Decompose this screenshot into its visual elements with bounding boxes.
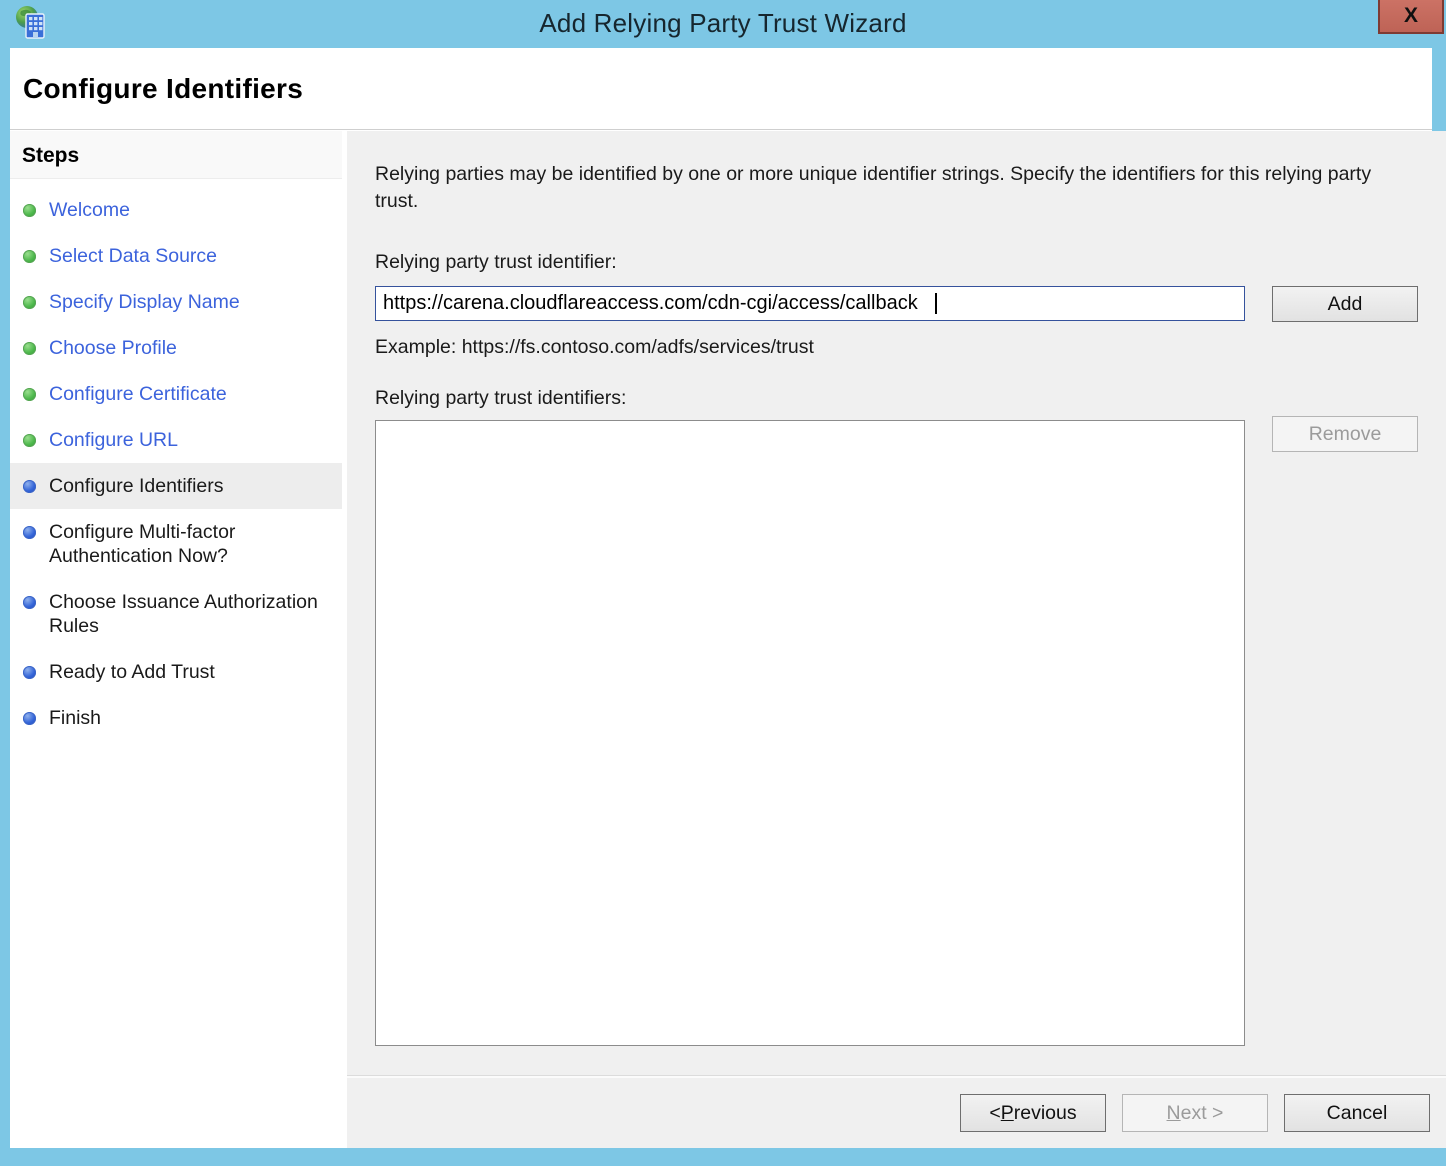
step-label: Finish: [49, 706, 101, 730]
step-item-configure-mfa: Configure Multi-factor Authentication No…: [10, 509, 342, 579]
step-label: Select Data Source: [49, 244, 217, 268]
step-label: Choose Issuance Authorization Rules: [49, 590, 334, 638]
steps-heading: Steps: [10, 131, 342, 179]
step-current-dot-icon: [23, 480, 36, 493]
step-item-choose-profile[interactable]: Choose Profile: [10, 325, 342, 371]
example-text: Example: https://fs.contoso.com/adfs/ser…: [375, 336, 1418, 359]
step-item-select-data-source[interactable]: Select Data Source: [10, 233, 342, 279]
wizard-dialog: Configure Identifiers Steps Welcome Sele…: [10, 48, 1432, 1148]
main-panel: Relying parties may be identified by one…: [342, 131, 1446, 1148]
step-completed-dot-icon: [23, 342, 36, 355]
step-upcoming-dot-icon: [23, 526, 36, 539]
wizard-footer: < Previous Next > Cancel: [347, 1076, 1446, 1148]
previous-button-prefix: <: [989, 1102, 1000, 1125]
identifier-field-label: Relying party trust identifier:: [375, 251, 1418, 274]
page-title: Configure Identifiers: [23, 73, 303, 105]
step-label: Welcome: [49, 198, 130, 222]
step-completed-dot-icon: [23, 250, 36, 263]
step-completed-dot-icon: [23, 434, 36, 447]
step-label: Specify Display Name: [49, 290, 240, 314]
next-button[interactable]: Next >: [1122, 1094, 1268, 1132]
step-label: Choose Profile: [49, 336, 177, 360]
identifiers-listbox[interactable]: [375, 420, 1245, 1046]
step-item-specify-display-name[interactable]: Specify Display Name: [10, 279, 342, 325]
step-item-finish: Finish: [10, 695, 342, 741]
intro-text: Relying parties may be identified by one…: [375, 161, 1397, 215]
cancel-button[interactable]: Cancel: [1284, 1094, 1430, 1132]
relying-party-identifier-input[interactable]: [375, 286, 1245, 321]
step-item-configure-identifiers: Configure Identifiers: [10, 463, 342, 509]
step-upcoming-dot-icon: [23, 596, 36, 609]
next-button-accel: N: [1167, 1102, 1181, 1125]
step-label: Configure Multi-factor Authentication No…: [49, 520, 334, 568]
step-item-configure-url[interactable]: Configure URL: [10, 417, 342, 463]
title-bar: Add Relying Party Trust Wizard X: [0, 0, 1446, 48]
step-label: Configure Identifiers: [49, 474, 224, 498]
text-cursor: [935, 293, 937, 314]
add-button[interactable]: Add: [1272, 286, 1418, 322]
page-header: Configure Identifiers: [10, 48, 1432, 130]
step-completed-dot-icon: [23, 204, 36, 217]
step-upcoming-dot-icon: [23, 666, 36, 679]
previous-button-rest: revious: [1014, 1102, 1077, 1125]
previous-button[interactable]: < Previous: [960, 1094, 1106, 1132]
step-upcoming-dot-icon: [23, 712, 36, 725]
step-label: Configure Certificate: [49, 382, 227, 406]
step-item-configure-certificate[interactable]: Configure Certificate: [10, 371, 342, 417]
close-button[interactable]: X: [1378, 0, 1444, 34]
steps-list: Welcome Select Data Source Specify Displ…: [10, 187, 342, 741]
step-completed-dot-icon: [23, 388, 36, 401]
step-item-choose-issuance-rules: Choose Issuance Authorization Rules: [10, 579, 342, 649]
identifiers-list-label: Relying party trust identifiers:: [375, 387, 1418, 410]
step-label: Ready to Add Trust: [49, 660, 215, 684]
previous-button-accel: P: [1001, 1102, 1014, 1125]
step-label: Configure URL: [49, 428, 178, 452]
step-item-ready-to-add-trust: Ready to Add Trust: [10, 649, 342, 695]
steps-sidebar: Steps Welcome Select Data Source Specify…: [10, 131, 342, 1148]
remove-button[interactable]: Remove: [1272, 416, 1418, 452]
step-completed-dot-icon: [23, 296, 36, 309]
window-title: Add Relying Party Trust Wizard: [0, 0, 1446, 48]
next-button-rest: ext >: [1181, 1102, 1224, 1125]
step-item-welcome[interactable]: Welcome: [10, 187, 342, 233]
